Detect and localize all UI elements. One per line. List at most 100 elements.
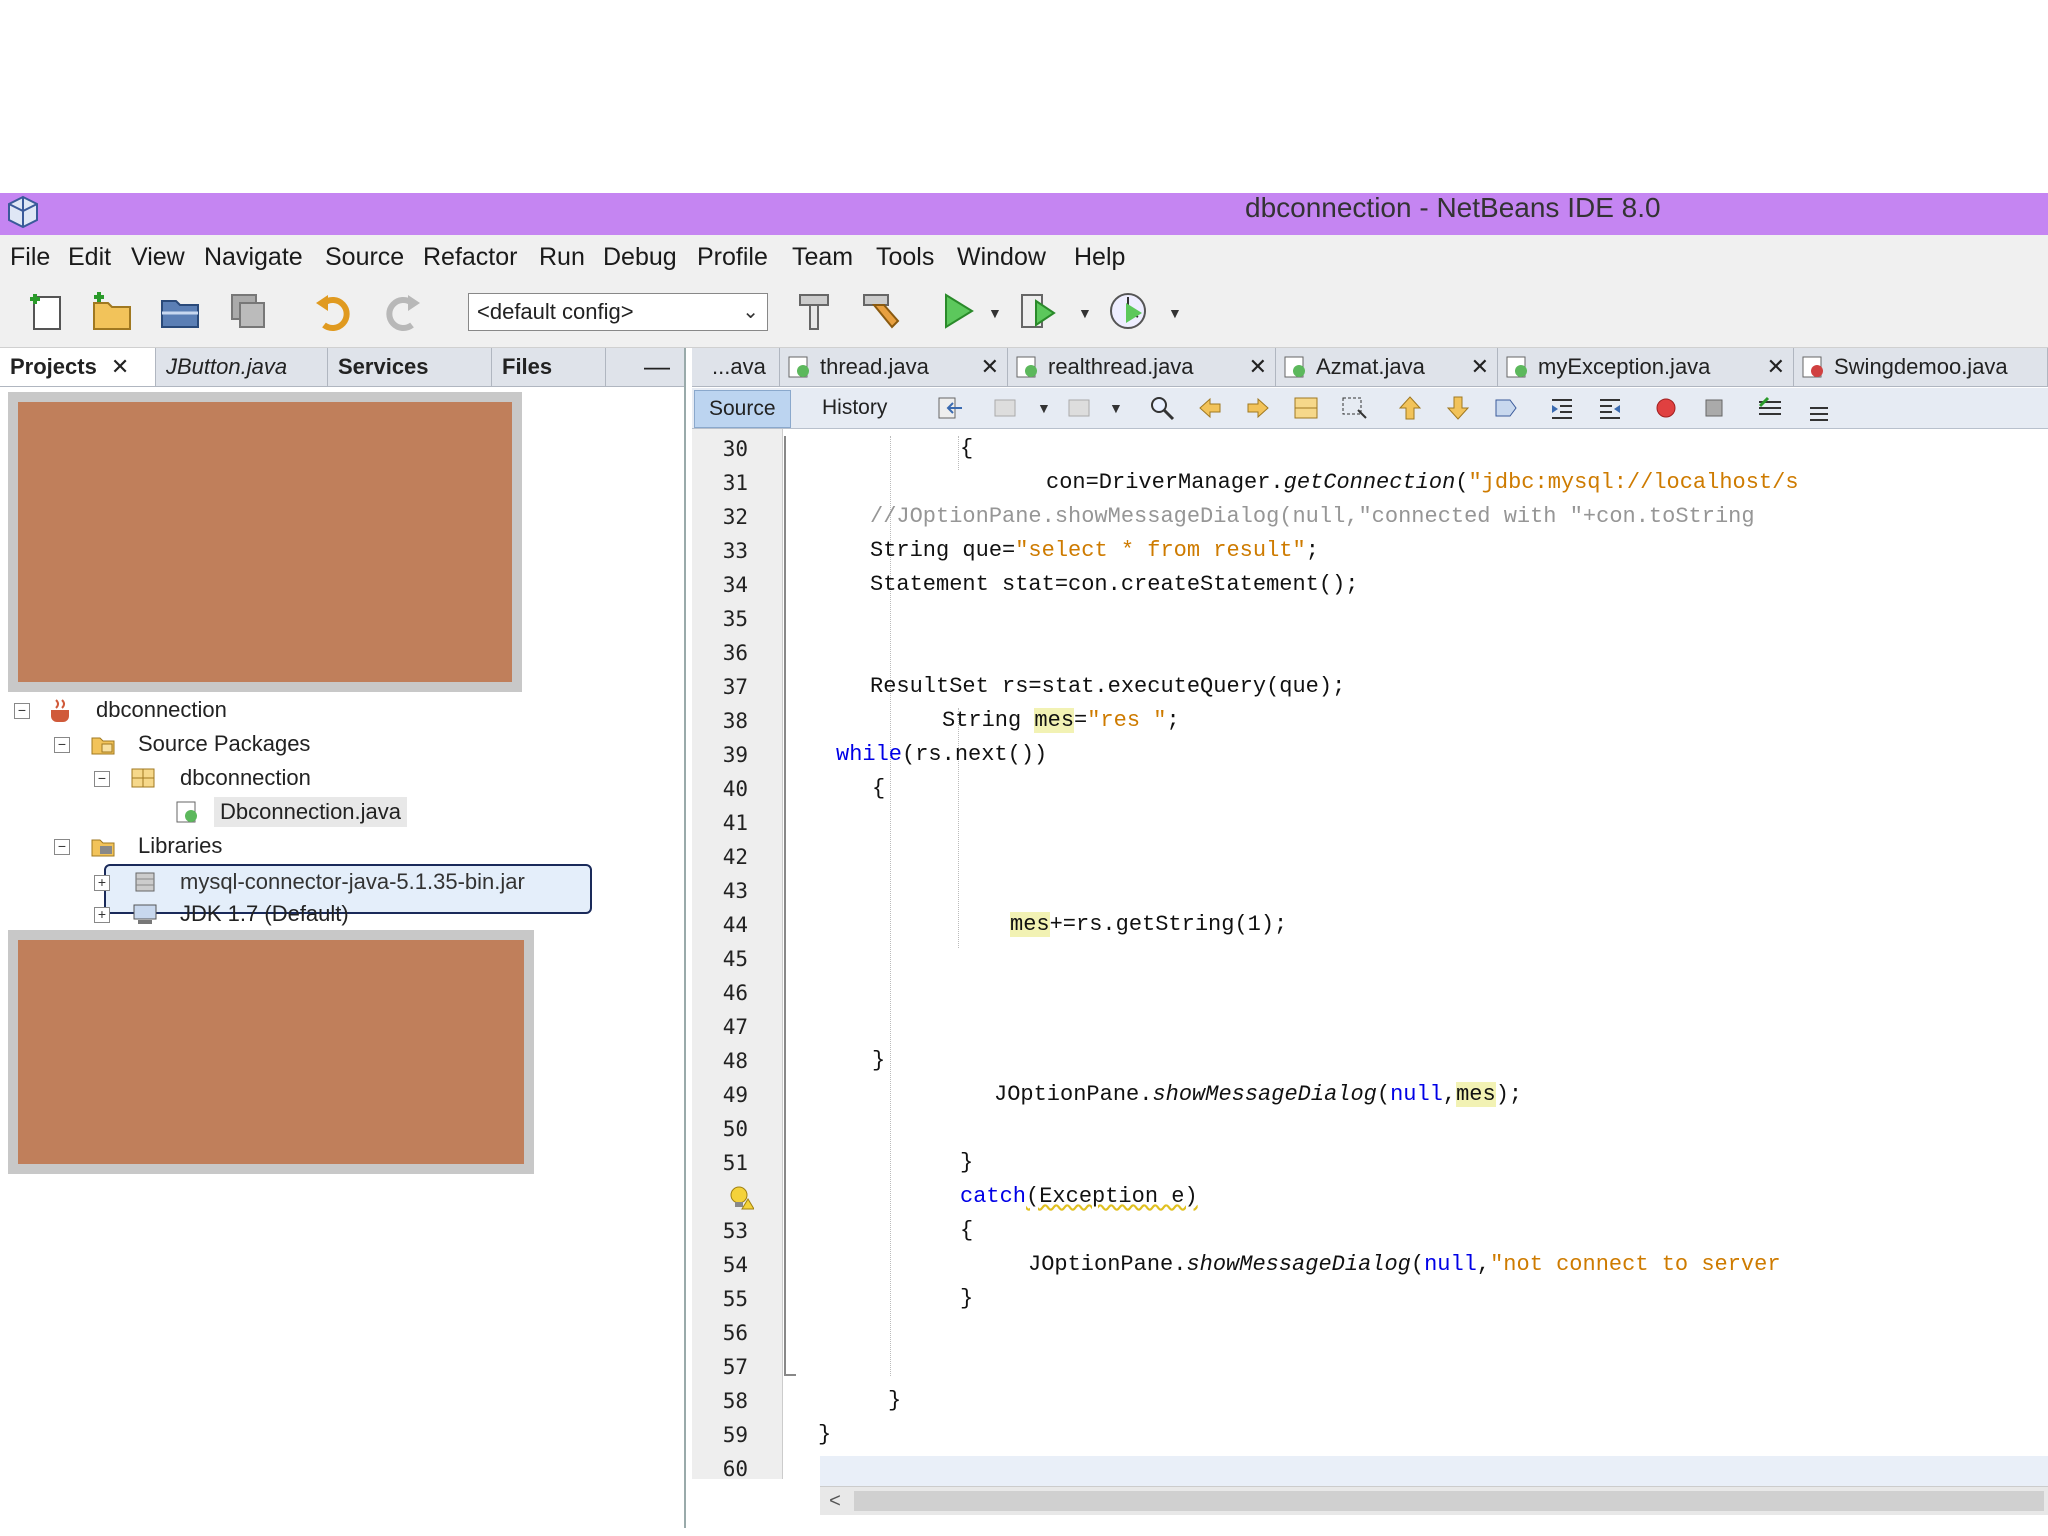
code-line-32-comment[interactable]: //JOptionPane.showMessageDialog(null,"co… [870, 504, 1755, 529]
menu-run[interactable]: Run [539, 243, 585, 272]
close-icon[interactable]: ✕ [1471, 348, 1489, 386]
menu-source[interactable]: Source [325, 243, 404, 272]
tree-project-dbconnection[interactable]: dbconnection [96, 695, 227, 725]
scrollbar-thumb[interactable] [854, 1491, 2044, 1511]
shift-right-icon[interactable] [1596, 394, 1624, 422]
new-file-icon[interactable] [26, 289, 70, 333]
debug-icon[interactable] [1016, 289, 1060, 333]
new-project-icon[interactable] [90, 289, 134, 333]
close-icon[interactable]: ✕ [1767, 348, 1785, 386]
expand-icon[interactable]: + [94, 875, 110, 891]
next-bookmark-icon[interactable] [1444, 394, 1472, 422]
code-line-59[interactable]: } [818, 1422, 831, 1447]
close-icon[interactable]: ✕ [981, 348, 999, 386]
code-line-30[interactable]: { [960, 436, 973, 461]
code-line-44[interactable]: mes+=rs.getString(1); [1010, 912, 1287, 937]
config-dropdown[interactable]: <default config> ⌄ [468, 293, 768, 331]
tab-myexception-java[interactable]: myException.java ✕ [1498, 348, 1794, 386]
find-previous-icon[interactable] [1196, 394, 1224, 422]
expand-icon[interactable]: + [94, 907, 110, 923]
profile-icon[interactable] [1106, 289, 1150, 333]
menu-help[interactable]: Help [1074, 243, 1125, 272]
code-line-34[interactable]: Statement stat=con.createStatement(); [870, 572, 1358, 597]
debug-dropdown-arrow-icon[interactable]: ▼ [1078, 305, 1092, 321]
close-icon[interactable]: ✕ [111, 354, 129, 379]
tree-source-packages[interactable]: Source Packages [138, 729, 310, 759]
code-line-55[interactable]: } [960, 1286, 973, 1311]
menu-profile[interactable]: Profile [697, 243, 768, 272]
save-all-icon[interactable] [226, 289, 270, 333]
toggle-bookmark-icon[interactable] [1492, 394, 1520, 422]
tree-jar-mysql-connector[interactable]: mysql-connector-java-5.1.35-bin.jar [180, 867, 525, 897]
source-button[interactable]: Source [694, 390, 791, 428]
forward-icon[interactable] [1064, 394, 1092, 422]
menu-window[interactable]: Window [957, 243, 1046, 272]
back-icon[interactable] [992, 394, 1020, 422]
tab-truncated-java[interactable]: ...ava [692, 348, 780, 386]
collapse-icon[interactable]: − [54, 839, 70, 855]
code-line-48[interactable]: } [872, 1048, 885, 1073]
redo-icon[interactable] [380, 289, 424, 333]
menu-tools[interactable]: Tools [876, 243, 934, 272]
profile-dropdown-arrow-icon[interactable]: ▼ [1168, 305, 1182, 321]
menu-refactor[interactable]: Refactor [423, 243, 517, 272]
code-line-40[interactable]: { [872, 776, 885, 801]
tree-file-dbconnection-java[interactable]: Dbconnection.java [214, 797, 408, 827]
tab-jbutton-java[interactable]: JButton.java [156, 348, 328, 386]
tab-projects[interactable]: Projects ✕ [0, 348, 156, 386]
tree-package-dbconnection[interactable]: dbconnection [180, 763, 311, 793]
find-icon[interactable] [1148, 394, 1176, 422]
back-dropdown-arrow-icon[interactable]: ▼ [1037, 400, 1051, 416]
minimize-icon[interactable]: — [644, 348, 670, 384]
code-line-54[interactable]: JOptionPane.showMessageDialog(null,"not … [1028, 1252, 1794, 1277]
clean-build-icon[interactable] [858, 289, 902, 333]
tab-thread-java[interactable]: thread.java ✕ [780, 348, 1008, 386]
collapse-icon[interactable]: − [94, 771, 110, 787]
code-line-37[interactable]: ResultSet rs=stat.executeQuery(que); [870, 674, 1345, 699]
start-macro-icon[interactable] [1652, 394, 1680, 422]
menu-team[interactable]: Team [792, 243, 853, 272]
uncomment-icon[interactable] [1804, 394, 1832, 422]
tab-services[interactable]: Services [328, 348, 492, 386]
scroll-left-icon[interactable]: < [820, 1487, 850, 1515]
code-line-31[interactable]: con=DriverManager.getConnection("jdbc:my… [1046, 470, 1799, 495]
find-next-icon[interactable] [1244, 394, 1272, 422]
toggle-highlight-icon[interactable] [1292, 394, 1320, 422]
code-line-52[interactable]: catch(Exception e) [960, 1184, 1198, 1209]
code-line-38[interactable]: String mes="res "; [942, 708, 1180, 733]
build-hammer-icon[interactable] [792, 289, 836, 333]
menu-edit[interactable]: Edit [68, 243, 111, 272]
run-dropdown-arrow-icon[interactable]: ▼ [988, 305, 1002, 321]
code-line-53[interactable]: { [960, 1218, 973, 1243]
code-line-51[interactable]: } [960, 1150, 973, 1175]
horizontal-scrollbar[interactable]: < [820, 1486, 2048, 1515]
menu-view[interactable]: View [131, 243, 185, 272]
last-edit-icon[interactable] [936, 394, 964, 422]
close-icon[interactable]: ✕ [1249, 348, 1267, 386]
code-line-57[interactable]: } [888, 1388, 901, 1413]
comment-icon[interactable] [1756, 394, 1784, 422]
menu-debug[interactable]: Debug [603, 243, 677, 272]
previous-bookmark-icon[interactable] [1396, 394, 1424, 422]
tree-libraries[interactable]: Libraries [138, 831, 222, 861]
undo-icon[interactable] [312, 289, 356, 333]
history-button[interactable]: History [808, 390, 901, 426]
tab-realthread-java[interactable]: realthread.java ✕ [1008, 348, 1276, 386]
tab-files[interactable]: Files [492, 348, 606, 386]
tab-azmat-java[interactable]: Azmat.java ✕ [1276, 348, 1498, 386]
collapse-icon[interactable]: − [14, 703, 30, 719]
tab-swingdemoo-java[interactable]: Swingdemoo.java [1794, 348, 2048, 386]
shift-left-icon[interactable] [1548, 394, 1576, 422]
tree-jdk[interactable]: JDK 1.7 (Default) [180, 899, 349, 929]
forward-dropdown-arrow-icon[interactable]: ▼ [1109, 400, 1123, 416]
rect-select-icon[interactable] [1340, 394, 1368, 422]
code-line-33[interactable]: String que="select * from result"; [870, 538, 1319, 563]
run-icon[interactable] [936, 289, 980, 333]
menu-file[interactable]: File [10, 243, 50, 272]
collapse-icon[interactable]: − [54, 737, 70, 753]
code-line-49[interactable]: JOptionPane.showMessageDialog(null,mes); [994, 1082, 1522, 1107]
warning-bulb-icon[interactable] [728, 1185, 754, 1211]
stop-macro-icon[interactable] [1700, 394, 1728, 422]
code-line-39[interactable]: while(rs.next()) [836, 742, 1047, 767]
menu-navigate[interactable]: Navigate [204, 243, 303, 272]
